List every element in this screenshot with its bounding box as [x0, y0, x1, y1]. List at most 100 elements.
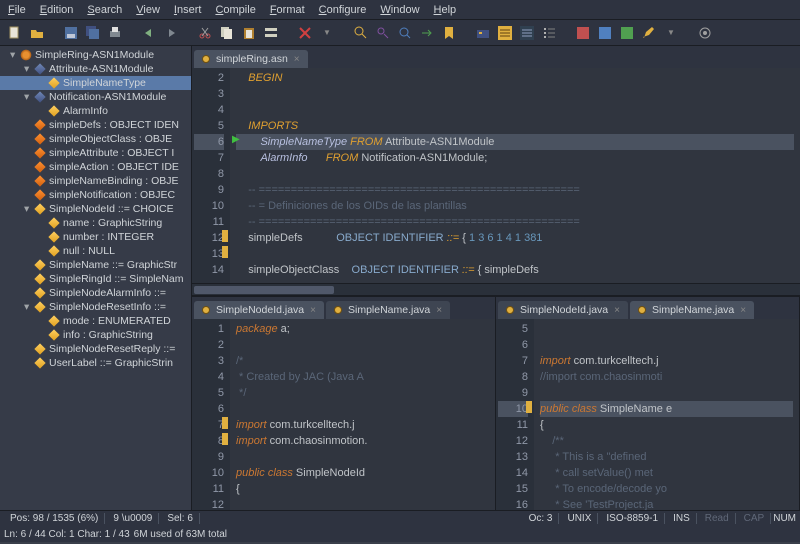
find-icon[interactable]	[352, 24, 370, 42]
bookmark-icon[interactable]	[440, 24, 458, 42]
tree-item[interactable]: ▾SimpleNodeResetInfo ::=	[0, 300, 191, 314]
menu-insert[interactable]: Insert	[174, 4, 202, 16]
delete-icon[interactable]	[296, 24, 314, 42]
cap-cell: CAP	[738, 513, 772, 524]
tree-item[interactable]: AlarmInfo	[0, 104, 191, 118]
tab-bl-1[interactable]: SimpleName.java×	[326, 301, 450, 319]
enc-cell[interactable]: ISO-8859-1	[600, 513, 665, 524]
fld-icon	[34, 189, 45, 200]
os-cell[interactable]: UNIX	[561, 513, 598, 524]
close-icon[interactable]: ×	[740, 305, 746, 316]
menu-search[interactable]: Search	[87, 4, 122, 16]
tab-br-0[interactable]: SimpleNodeId.java×	[498, 301, 628, 319]
undo-icon[interactable]	[140, 24, 158, 42]
fld-icon	[34, 119, 45, 130]
compile-icon[interactable]	[474, 24, 492, 42]
tree-root[interactable]: ▾SimpleRing-ASN1Module	[0, 48, 191, 62]
fld-icon	[34, 175, 45, 186]
tree-item[interactable]: null : NULL	[0, 244, 191, 258]
tree-item[interactable]: SimpleName ::= GraphicStr	[0, 258, 191, 272]
pen-icon[interactable]	[640, 24, 658, 42]
tab-br-1[interactable]: SimpleName.java×	[630, 301, 754, 319]
typ-icon	[34, 259, 45, 270]
tree-item[interactable]: mode : ENUMERATED	[0, 314, 191, 328]
b1-icon[interactable]	[574, 24, 592, 42]
tree-item[interactable]: SimpleNodeResetReply ::=	[0, 342, 191, 356]
tree-item[interactable]: simpleNameBinding : OBJE	[0, 174, 191, 188]
b3-icon[interactable]	[618, 24, 636, 42]
tree-item[interactable]: simpleAction : OBJECT IDE	[0, 160, 191, 174]
tab-bl-0[interactable]: SimpleNodeId.java×	[194, 301, 324, 319]
menu-configure[interactable]: Configure	[319, 4, 367, 16]
saveall-icon[interactable]	[84, 24, 102, 42]
tree-item[interactable]: name : GraphicString	[0, 216, 191, 230]
pos-cell: Pos: 98 / 1535 (6%)	[4, 513, 105, 524]
save-icon[interactable]	[62, 24, 80, 42]
read-cell: Read	[699, 513, 736, 524]
top-editor[interactable]: 234567891011121314 ▶ BEGIN IMPORTS Simpl…	[192, 68, 800, 283]
cut-icon[interactable]	[196, 24, 214, 42]
list-icon[interactable]	[540, 24, 558, 42]
ins-cell[interactable]: INS	[667, 513, 697, 524]
tree-item[interactable]: SimpleRingId ::= SimpleNam	[0, 272, 191, 286]
tab-simplering[interactable]: simpleRing.asn×	[194, 50, 308, 68]
close-icon[interactable]: ×	[294, 54, 300, 65]
tree-item[interactable]: info : GraphicString	[0, 328, 191, 342]
typ-icon	[48, 77, 59, 88]
typ-icon	[34, 287, 45, 298]
tree-item[interactable]: SimpleNodeAlarmInfo ::=	[0, 286, 191, 300]
close-icon[interactable]: ×	[310, 305, 316, 316]
menu-compile[interactable]: Compile	[215, 4, 255, 16]
copy-lines-icon[interactable]	[262, 24, 280, 42]
hl2-icon[interactable]	[518, 24, 536, 42]
tree-item[interactable]: simpleAttribute : OBJECT I	[0, 146, 191, 160]
tree-item[interactable]: simpleNotification : OBJEC	[0, 188, 191, 202]
scrollbar-x[interactable]	[192, 283, 800, 295]
new-icon[interactable]	[6, 24, 24, 42]
paste-icon[interactable]	[240, 24, 258, 42]
br-editor[interactable]: 5678910111213141516 import com.turkcellt…	[496, 319, 799, 510]
menu-format[interactable]: Format	[270, 4, 305, 16]
typ-icon	[48, 217, 59, 228]
typ-icon	[48, 231, 59, 242]
close-icon[interactable]: ×	[436, 305, 442, 316]
tree-item[interactable]: number : INTEGER	[0, 230, 191, 244]
print-icon[interactable]	[106, 24, 124, 42]
hl1-icon[interactable]	[496, 24, 514, 42]
mem-cell: 6M used of 63M total	[134, 529, 227, 540]
tree-item[interactable]: ▾SimpleNodeId ::= CHOICE	[0, 202, 191, 216]
tree-item[interactable]: simpleDefs : OBJECT IDEN	[0, 118, 191, 132]
menu-view[interactable]: View	[136, 4, 160, 16]
copy-icon[interactable]	[218, 24, 236, 42]
typ-icon	[48, 245, 59, 256]
dd-icon[interactable]: ▼	[318, 24, 336, 42]
close-icon[interactable]: ×	[614, 305, 620, 316]
goto-icon[interactable]	[418, 24, 436, 42]
menubar: File Edition Search View Insert Compile Format…	[0, 0, 800, 20]
open-icon[interactable]	[28, 24, 46, 42]
sidebar: ▾SimpleRing-ASN1Module ▾Attribute-ASN1Mo…	[0, 46, 192, 510]
typ-icon	[48, 315, 59, 326]
menu-file[interactable]: File	[8, 4, 26, 16]
menu-window[interactable]: Window	[380, 4, 419, 16]
tree-item[interactable]: UserLabel ::= GraphicStrin	[0, 356, 191, 370]
tree-item[interactable]: ▾Notification-ASN1Module	[0, 90, 191, 104]
num-cell: NUM	[773, 513, 796, 524]
bl-editor[interactable]: 123456789101112 package a; /* * Created …	[192, 319, 495, 510]
b2-icon[interactable]	[596, 24, 614, 42]
dd2-icon[interactable]: ▼	[662, 24, 680, 42]
oc-cell: Oc: 3	[523, 513, 560, 524]
settings-icon[interactable]	[696, 24, 714, 42]
findnext-icon[interactable]	[374, 24, 392, 42]
menu-edition[interactable]: Edition	[40, 4, 74, 16]
file-icon	[334, 306, 342, 314]
typ-icon	[34, 203, 45, 214]
menu-help[interactable]: Help	[434, 4, 457, 16]
mod-icon	[34, 91, 45, 102]
tree-item[interactable]: SimpleNameType	[0, 76, 191, 90]
replace-icon[interactable]	[396, 24, 414, 42]
tree-item[interactable]: ▾Attribute-ASN1Module	[0, 62, 191, 76]
main: ▾SimpleRing-ASN1Module ▾Attribute-ASN1Mo…	[0, 46, 800, 510]
redo-icon[interactable]	[162, 24, 180, 42]
tree-item[interactable]: simpleObjectClass : OBJE	[0, 132, 191, 146]
